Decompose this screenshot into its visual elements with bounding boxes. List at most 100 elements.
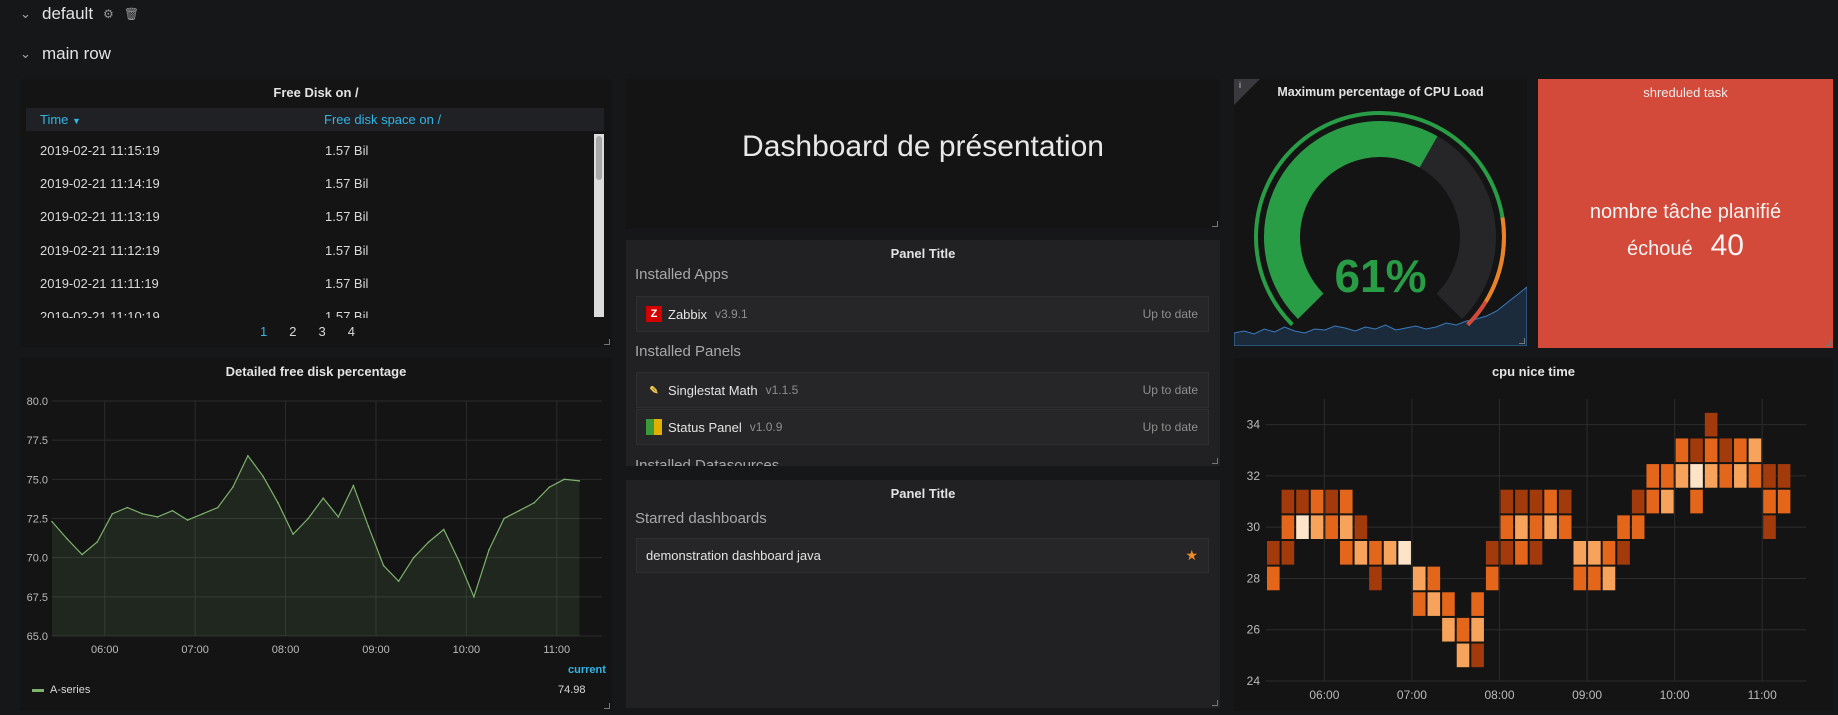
heatmap-cell (1339, 489, 1353, 514)
heatmap-cell (1515, 541, 1528, 565)
y-tick-label: 77.5 (27, 435, 48, 447)
heatmap-cell (1354, 515, 1368, 539)
table-scrollbar[interactable] (594, 134, 604, 317)
status-panel-icon (646, 419, 662, 435)
heatmap-cell (1339, 541, 1353, 565)
resize-handle[interactable] (1825, 340, 1831, 346)
data-point (518, 509, 520, 512)
heatmap-cell (1500, 489, 1514, 514)
trash-icon[interactable]: 🗑 (124, 7, 139, 21)
heatmap-cell (1310, 515, 1324, 539)
heatmap-cell (1763, 489, 1776, 514)
x-tick-label: 10:00 (1660, 688, 1690, 702)
y-tick-label: 28 (1247, 571, 1261, 585)
table-header: Time ▼ Free disk space on / (26, 108, 604, 131)
row-header-default[interactable]: ⌄ default ⚙ 🗑 (20, 4, 139, 24)
page-link[interactable]: 3 (318, 324, 325, 339)
heatmap-cell (1602, 566, 1616, 591)
heatmap-cell (1310, 489, 1324, 514)
gear-icon[interactable]: ⚙ (103, 7, 114, 21)
heatmap-cell (1617, 541, 1630, 565)
x-tick-label: 10:00 (453, 644, 481, 656)
heatmap-cell (1690, 438, 1703, 463)
star-icon[interactable]: ★ (1185, 547, 1198, 564)
data-point (141, 513, 144, 515)
y-tick-label: 24 (1247, 674, 1261, 688)
heatmap-cell (1734, 464, 1747, 488)
resize-handle[interactable] (604, 339, 610, 345)
heatmap-cell (1442, 617, 1455, 642)
data-point (563, 478, 566, 481)
row-title: default (42, 4, 94, 23)
heatmap-cell (1690, 464, 1703, 488)
chevron-down-icon[interactable]: ⌄ (20, 6, 32, 22)
column-header-time[interactable]: Time ▼ (40, 112, 81, 127)
heatmap-cell (1296, 515, 1309, 539)
heatmap-cell (1281, 489, 1295, 514)
legend-item[interactable]: A-series (32, 684, 90, 696)
resize-handle[interactable] (1212, 221, 1218, 227)
gauge-value: 61% (1334, 250, 1427, 302)
data-point (382, 564, 385, 567)
heatmap-cell (1544, 489, 1557, 514)
data-point (367, 525, 370, 528)
heatmap-cell (1573, 566, 1587, 591)
plugin-card-status-panel[interactable]: Status Panel v1.0.9 Up to date (636, 409, 1209, 445)
heatmap-cell (1558, 489, 1572, 514)
resize-handle[interactable] (604, 703, 610, 709)
y-tick-label: 67.5 (27, 592, 48, 604)
resize-handle[interactable] (1212, 700, 1218, 706)
heatmap-cell (1704, 412, 1718, 437)
heatmap-cell (1267, 541, 1280, 565)
legend-current-header: current (568, 664, 606, 676)
heatmap-chart[interactable]: 24 26 28 30 32 34 06:00 07:00 08:00 09:00 10:00 11:… (1234, 385, 1833, 707)
x-tick-label: 06:00 (91, 644, 119, 656)
plugin-card-zabbix[interactable]: Z Zabbix v3.9.1 Up to date (636, 296, 1209, 332)
heatmap-cell (1763, 464, 1776, 488)
x-tick-label: 07:00 (181, 644, 209, 656)
scrollbar-thumb[interactable] (596, 136, 602, 180)
installed-panels-label: Installed Panels (635, 343, 741, 360)
zabbix-icon: Z (646, 306, 662, 322)
heatmap-cell (1456, 617, 1470, 642)
data-point (578, 480, 581, 482)
cell-value: 1.57 Bil (325, 309, 369, 318)
series-area (52, 455, 580, 636)
page-link[interactable]: 1 (260, 324, 267, 339)
plugin-version: v3.9.1 (715, 307, 748, 321)
installed-apps-label: Installed Apps (635, 266, 729, 283)
installed-datasources-clip: Installed Datasources (626, 455, 1220, 466)
dashboard-title: Dashboard de présentation (742, 130, 1104, 163)
heatmap-cell (1675, 438, 1689, 463)
plugin-version: v1.0.9 (749, 420, 783, 434)
heatmap-cell (1719, 464, 1733, 488)
data-point (216, 506, 219, 509)
heatmap-cell (1325, 489, 1338, 514)
heatmap-cell (1588, 566, 1601, 591)
resize-handle[interactable] (1519, 338, 1525, 344)
heatmap-cell (1485, 541, 1499, 565)
chevron-down-icon[interactable]: ⌄ (20, 46, 32, 62)
table-pagination: 1 2 3 4 (260, 324, 355, 339)
plugin-card-singlestat-math[interactable]: ✎ Singlestat Math v1.1.5 Up to date (636, 372, 1209, 408)
legend-series-current: 74.98 (558, 684, 586, 696)
x-tick-label: 08:00 (1484, 688, 1514, 702)
heatmap-cell (1690, 489, 1703, 514)
heatmap-cell (1500, 541, 1514, 565)
line-chart[interactable]: 80.0 77.5 75.0 72.5 70.0 67.5 65.0 06:00 07:00 08… (20, 385, 612, 657)
plugin-name: Singlestat Math (668, 382, 758, 398)
dashboard-link[interactable]: demonstration dashboard java ★ (636, 538, 1209, 573)
plugin-name: Status Panel (668, 419, 742, 435)
x-tick-label: 09:00 (362, 644, 390, 656)
installed-datasources-label: Installed Datasources (635, 457, 780, 466)
heatmap-cell (1427, 566, 1441, 591)
plugin-name: Zabbix (668, 306, 708, 322)
data-point (111, 513, 114, 515)
page-link[interactable]: 4 (348, 324, 355, 339)
panel-title: shreduled task (1643, 85, 1728, 100)
heatmap-cell (1602, 541, 1616, 565)
row-header-main[interactable]: ⌄ main row (20, 44, 111, 64)
page-link[interactable]: 2 (289, 324, 296, 339)
column-header-value[interactable]: Free disk space on / (324, 112, 441, 127)
heatmap-cell (1515, 489, 1528, 514)
